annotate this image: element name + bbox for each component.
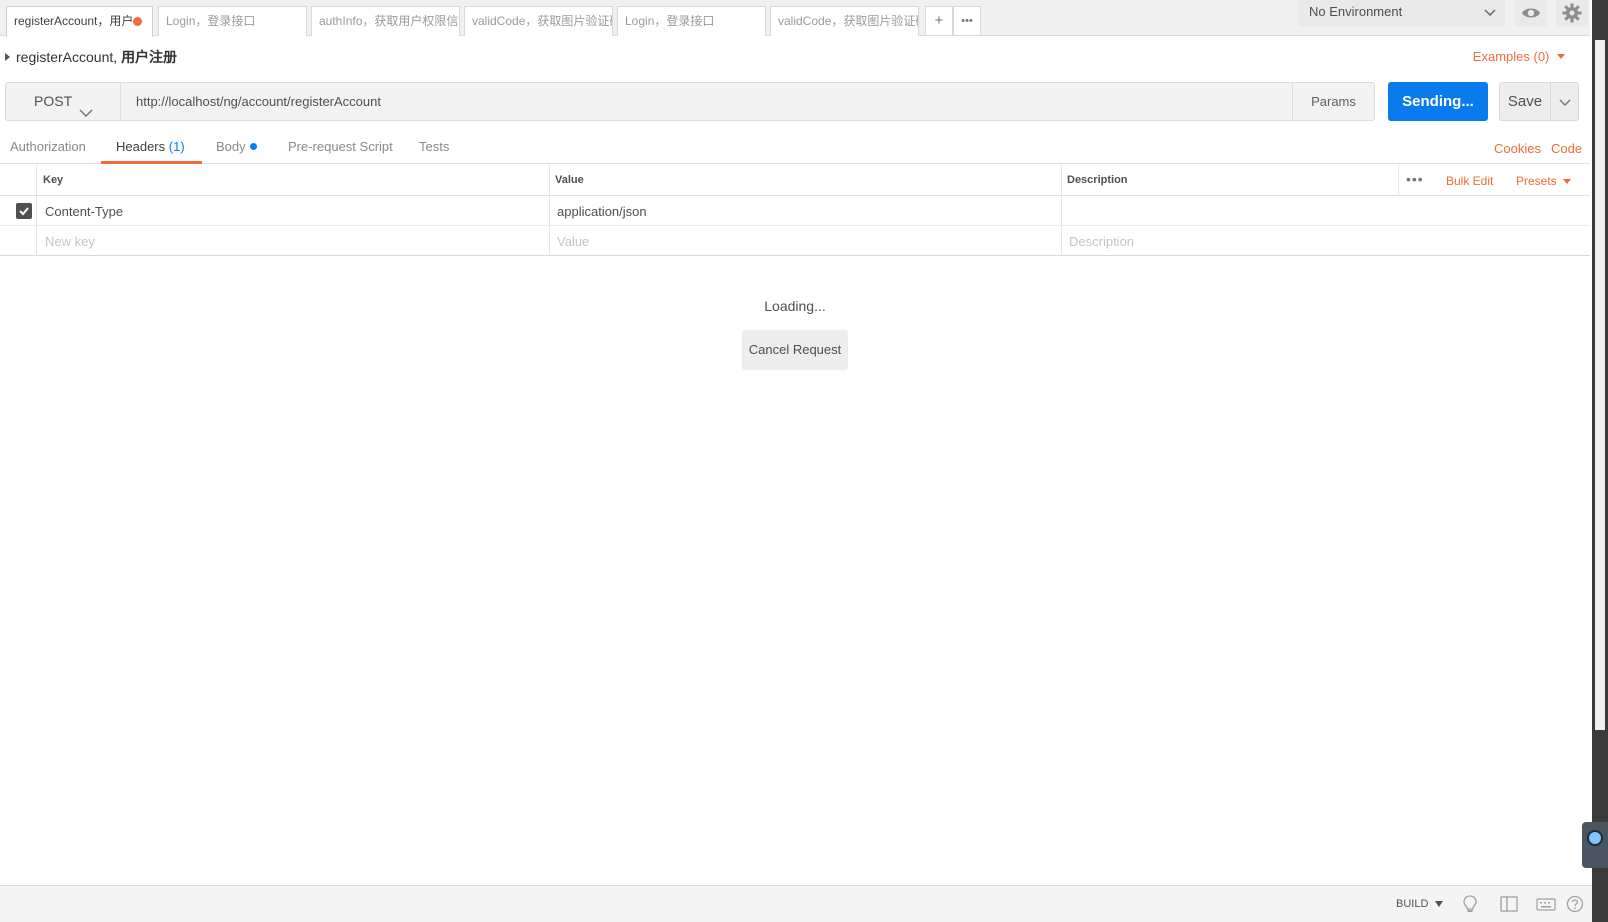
environment-select[interactable]: No Environment bbox=[1298, 0, 1505, 26]
request-tab-active[interactable]: registerAccount，用户 bbox=[6, 6, 153, 37]
floating-widget-handle[interactable] bbox=[1582, 822, 1608, 868]
tab-pre-request-script[interactable]: Pre-request Script bbox=[288, 139, 393, 154]
lightbulb-icon[interactable] bbox=[1462, 895, 1478, 916]
build-label: BUILD bbox=[1396, 898, 1429, 910]
request-tab[interactable]: Login，登录接口 bbox=[617, 6, 766, 36]
presets-dropdown[interactable]: Presets bbox=[1516, 174, 1572, 188]
new-value-input[interactable]: Value bbox=[557, 234, 589, 249]
new-key-input[interactable]: New key bbox=[45, 234, 95, 249]
request-tab[interactable]: authInfo，获取用户权限信息 bbox=[311, 6, 460, 36]
header-value-cell[interactable]: application/json bbox=[557, 204, 647, 219]
two-pane-icon[interactable] bbox=[1500, 895, 1518, 916]
request-tab-label: validCode，获取图片验证码 bbox=[778, 14, 919, 28]
active-tab-underline bbox=[101, 161, 202, 164]
params-button[interactable]: Params bbox=[1292, 83, 1374, 120]
send-button[interactable]: Sending... bbox=[1388, 82, 1488, 121]
environment-quick-look-button[interactable] bbox=[1515, 0, 1547, 26]
status-bar: BUILD bbox=[0, 885, 1592, 922]
tab-bar: registerAccount，用户 Login，登录接口 authInfo，获… bbox=[0, 0, 1590, 37]
tab-tests[interactable]: Tests bbox=[419, 139, 449, 154]
method-select[interactable]: POST bbox=[6, 83, 121, 120]
remote-control-icon bbox=[1587, 830, 1603, 846]
caret-down-icon bbox=[1563, 179, 1572, 184]
method-select-value: POST bbox=[34, 93, 73, 109]
save-divider bbox=[1550, 83, 1551, 120]
request-tab-label: registerAccount，用户 bbox=[14, 14, 134, 28]
request-description: 用户注册 bbox=[121, 49, 178, 65]
request-tab-label: authInfo，获取用户权限信息 bbox=[319, 14, 460, 28]
environment-select-value: No Environment bbox=[1309, 4, 1403, 19]
caret-down-icon bbox=[1557, 54, 1565, 59]
column-header-key: Key bbox=[43, 174, 64, 186]
loading-text: Loading... bbox=[764, 298, 826, 314]
url-bar: POST Params bbox=[5, 82, 1375, 121]
examples-label: Examples (0) bbox=[1472, 49, 1550, 64]
save-button-group: Save bbox=[1499, 82, 1579, 121]
table-row-new: New key Value Description bbox=[0, 226, 1590, 256]
request-name-separator: , bbox=[113, 49, 118, 65]
check-icon bbox=[19, 207, 29, 216]
column-divider bbox=[1061, 165, 1062, 257]
unsaved-dot-icon bbox=[133, 17, 142, 26]
request-tab-label: validCode，获取图片验证码 bbox=[472, 14, 613, 28]
more-tabs-button[interactable]: ••• bbox=[953, 6, 981, 36]
request-tab[interactable]: validCode，获取图片验证码 bbox=[464, 6, 613, 36]
keyboard-icon[interactable] bbox=[1536, 895, 1556, 916]
request-subtabs: Authorization Headers (1) Body Pre-reque… bbox=[0, 131, 1590, 164]
cookies-link[interactable]: Cookies bbox=[1494, 141, 1541, 156]
url-input[interactable] bbox=[126, 83, 1296, 120]
tab-authorization[interactable]: Authorization bbox=[10, 139, 86, 154]
column-divider bbox=[36, 165, 37, 257]
examples-dropdown[interactable]: Examples (0) bbox=[1473, 49, 1565, 64]
headers-table: Key Value Description ••• Bulk Edit Pres… bbox=[0, 165, 1590, 257]
column-divider bbox=[1398, 165, 1399, 196]
save-button[interactable]: Save bbox=[1500, 83, 1550, 120]
presets-label: Presets bbox=[1516, 174, 1557, 188]
tab-headers[interactable]: Headers (1) bbox=[116, 139, 185, 154]
chevron-down-icon bbox=[79, 96, 93, 133]
request-tab-label: Login，登录接口 bbox=[166, 14, 256, 28]
column-header-value: Value bbox=[555, 174, 584, 186]
request-name[interactable]: registerAccount, 用户注册 bbox=[5, 47, 177, 67]
new-description-input[interactable]: Description bbox=[1069, 234, 1134, 249]
tab-headers-label: Headers bbox=[116, 139, 166, 154]
settings-button[interactable] bbox=[1556, 0, 1588, 26]
scrollbar-track[interactable] bbox=[1595, 40, 1605, 730]
column-divider bbox=[549, 165, 550, 257]
bulk-edit-link[interactable]: Bulk Edit bbox=[1446, 174, 1493, 188]
vertical-scrollbar[interactable] bbox=[1592, 0, 1608, 922]
caret-down-icon bbox=[1435, 901, 1444, 907]
add-tab-button[interactable]: + bbox=[925, 6, 953, 36]
save-options-chevron-icon[interactable] bbox=[1559, 96, 1571, 111]
header-key-cell[interactable]: Content-Type bbox=[45, 204, 123, 219]
request-name-text: registerAccount bbox=[16, 49, 114, 65]
tab-body-label: Body bbox=[216, 139, 246, 154]
table-options-button[interactable]: ••• bbox=[1406, 171, 1424, 187]
header-enabled-checkbox[interactable] bbox=[16, 203, 32, 219]
request-tab-label: Login，登录接口 bbox=[625, 14, 715, 28]
table-header-row: Key Value Description ••• Bulk Edit Pres… bbox=[0, 165, 1590, 196]
help-icon[interactable] bbox=[1566, 895, 1584, 916]
body-indicator-dot-icon bbox=[249, 143, 257, 150]
code-link[interactable]: Code bbox=[1551, 141, 1582, 156]
column-header-description: Description bbox=[1067, 174, 1128, 186]
build-mode-toggle[interactable]: BUILD bbox=[1396, 898, 1444, 910]
request-tab[interactable]: Login，登录接口 bbox=[158, 6, 307, 36]
expand-triangle-icon bbox=[5, 53, 10, 61]
chevron-down-icon bbox=[1483, 3, 1497, 27]
table-row: Content-Type application/json bbox=[0, 196, 1590, 226]
cancel-request-button[interactable]: Cancel Request bbox=[742, 330, 848, 370]
request-tab[interactable]: validCode，获取图片验证码 bbox=[770, 6, 919, 36]
tab-body[interactable]: Body bbox=[216, 139, 257, 154]
tab-headers-count: (1) bbox=[168, 139, 185, 154]
